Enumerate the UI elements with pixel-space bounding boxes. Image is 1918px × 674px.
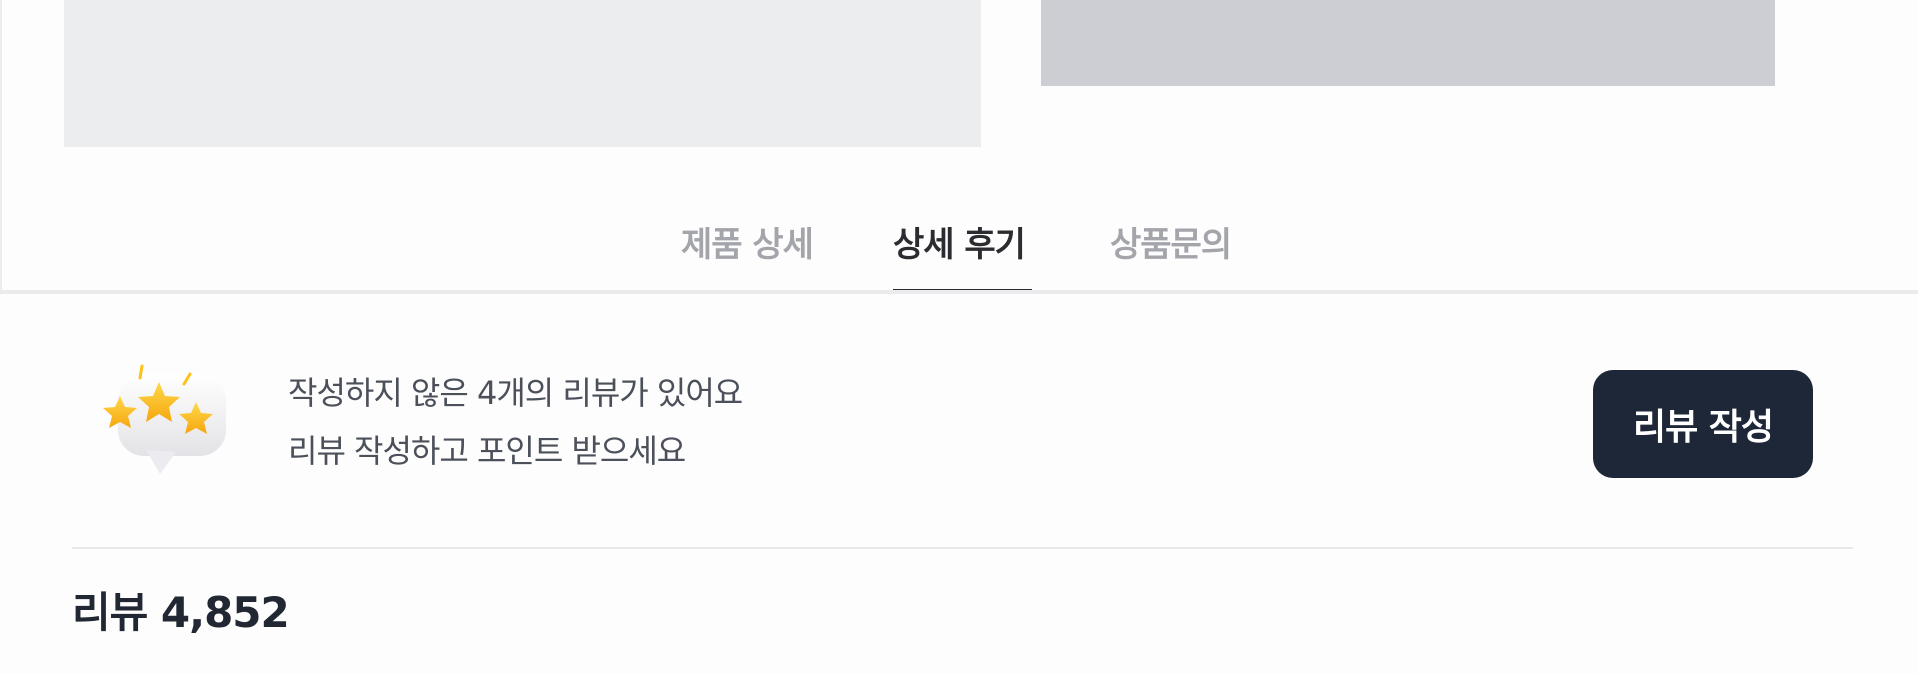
- review-promo-line-2: 리뷰 작성하고 포인트 받으세요: [288, 432, 686, 470]
- detail-tabs: 제품 상세 상세 후기 상품문의: [0, 210, 1918, 296]
- stars-speech-bubble-icon: [98, 364, 238, 484]
- tabs-divider: [0, 290, 1918, 294]
- review-promo-text: 작성하지 않은 4개의 리뷰가 있어요 리뷰 작성하고 포인트 받으세요: [288, 364, 743, 480]
- section-divider: [72, 547, 1853, 549]
- review-count-heading: 리뷰 4,852: [72, 588, 290, 637]
- product-image-placeholder-right: [1041, 0, 1775, 86]
- tab-product-detail[interactable]: 제품 상세: [681, 210, 814, 280]
- tab-detailed-reviews[interactable]: 상세 후기: [893, 210, 1026, 280]
- product-image-placeholder-left: [64, 0, 981, 147]
- review-promo-line-1: 작성하지 않은 4개의 리뷰가 있어요: [288, 374, 743, 412]
- write-review-button[interactable]: 리뷰 작성: [1593, 370, 1813, 478]
- tab-product-inquiry[interactable]: 상품문의: [1110, 210, 1232, 280]
